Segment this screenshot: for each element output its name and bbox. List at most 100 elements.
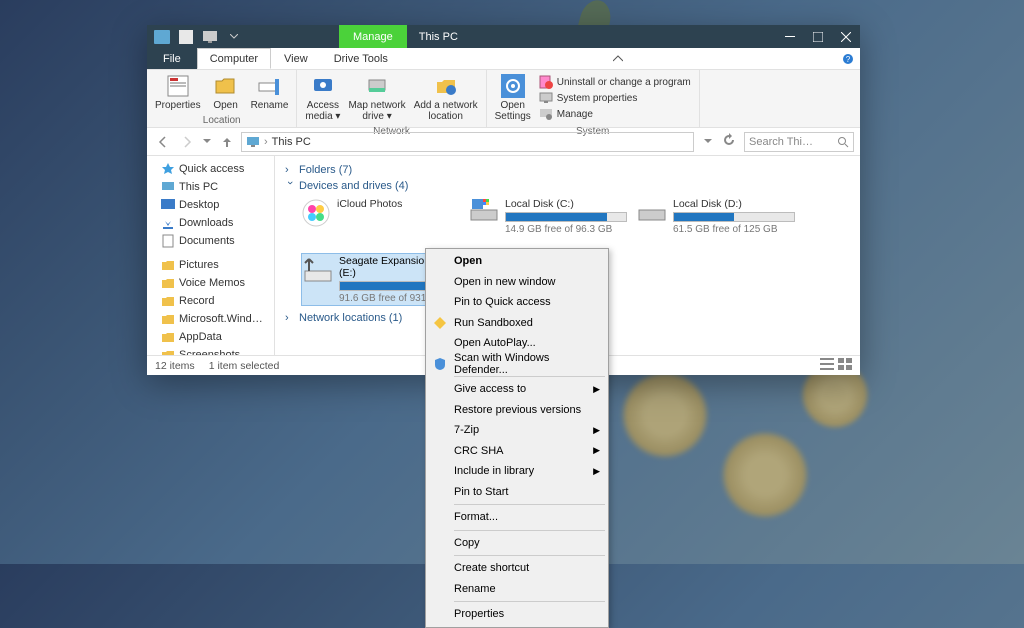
nav-downloads[interactable]: Downloads: [147, 214, 274, 232]
ctx-give-access[interactable]: Give access to▶: [428, 379, 606, 400]
ctx-label: Pin to Start: [454, 486, 508, 498]
window-controls: [776, 25, 860, 48]
map-network-drive-button[interactable]: Map network drive ▾: [344, 72, 409, 124]
folder-icon: [161, 312, 175, 326]
manage-link[interactable]: Manage: [535, 106, 695, 122]
ctx-label: CRC SHA: [454, 445, 504, 457]
nav-quick-access[interactable]: Quick access: [147, 160, 274, 178]
qat-dropdown-icon[interactable]: [223, 27, 245, 47]
chevron-right-icon: ›: [285, 312, 295, 324]
titlebar: Manage This PC: [147, 25, 860, 48]
folder-icon: [161, 330, 175, 344]
qat-computer-icon[interactable]: [199, 27, 221, 47]
capacity-bar: [505, 212, 627, 222]
add-network-location-button[interactable]: Add a network location: [410, 72, 482, 124]
minimize-button[interactable]: [776, 25, 804, 48]
ctx-crc-sha[interactable]: CRC SHA▶: [428, 441, 606, 462]
drive-tools-tab[interactable]: Drive Tools: [321, 48, 401, 69]
section-label: Folders (7): [299, 164, 352, 176]
folder-icon: [161, 258, 175, 272]
open-settings-label: Open Settings: [495, 100, 531, 122]
submenu-arrow-icon: ▶: [593, 466, 600, 477]
ctx-copy[interactable]: Copy: [428, 533, 606, 554]
manage-tab-header[interactable]: Manage: [339, 25, 407, 48]
ctx-properties[interactable]: Properties: [428, 604, 606, 625]
nav-desktop[interactable]: Desktop: [147, 196, 274, 214]
forward-button[interactable]: [177, 132, 197, 152]
ctx-pin-start[interactable]: Pin to Start: [428, 482, 606, 503]
refresh-button[interactable]: [722, 133, 740, 151]
open-settings-button[interactable]: Open Settings: [491, 72, 535, 124]
view-buttons: [820, 358, 852, 373]
computer-tab[interactable]: Computer: [197, 48, 271, 69]
breadcrumb[interactable]: This PC: [272, 136, 311, 148]
nav-this-pc[interactable]: This PC: [147, 178, 274, 196]
location-group-label: Location: [147, 115, 296, 127]
details-view-button[interactable]: [820, 358, 834, 373]
ctx-run-sandboxed[interactable]: Run Sandboxed: [428, 313, 606, 334]
external-drive-icon: [303, 255, 333, 285]
devices-section-header[interactable]: ›Devices and drives (4): [285, 178, 850, 194]
nav-label: Quick access: [179, 163, 244, 175]
ctx-include-library[interactable]: Include in library▶: [428, 461, 606, 482]
access-media-button[interactable]: Access media ▾: [301, 72, 344, 124]
recent-locations-button[interactable]: [201, 132, 213, 152]
drive-icloud[interactable]: iCloud Photos: [301, 198, 459, 235]
uninstall-label: Uninstall or change a program: [557, 77, 691, 88]
properties-button[interactable]: Properties: [151, 72, 205, 113]
search-box[interactable]: Search Thi…: [744, 132, 854, 152]
drive-c[interactable]: Local Disk (C:) 14.9 GB free of 96.3 GB: [469, 198, 627, 235]
background-decor: [620, 370, 710, 460]
back-button[interactable]: [153, 132, 173, 152]
ctx-open-autoplay[interactable]: Open AutoPlay...: [428, 333, 606, 354]
view-tab[interactable]: View: [271, 48, 321, 69]
help-icon[interactable]: ?: [836, 48, 860, 69]
address-bar[interactable]: › This PC: [241, 132, 694, 152]
folders-section-header[interactable]: ›Folders (7): [285, 162, 850, 178]
ctx-7zip[interactable]: 7-Zip▶: [428, 420, 606, 441]
tiles-view-button[interactable]: [838, 358, 852, 373]
nav-label: Voice Memos: [179, 277, 245, 289]
uninstall-program-link[interactable]: Uninstall or change a program: [535, 74, 695, 90]
ctx-open-new-window[interactable]: Open in new window: [428, 272, 606, 293]
nav-microsoft-windows[interactable]: Microsoft.WindowsTe: [147, 310, 274, 328]
history-dropdown[interactable]: [698, 132, 718, 152]
close-button[interactable]: [832, 25, 860, 48]
window-title: This PC: [419, 31, 458, 43]
ribbon-tabs: File Computer View Drive Tools ?: [147, 48, 860, 70]
ribbon-collapse-icon[interactable]: [606, 48, 630, 69]
drive-d[interactable]: Local Disk (D:) 61.5 GB free of 125 GB: [637, 198, 795, 235]
open-button[interactable]: Open: [205, 72, 247, 113]
folder-icon: [161, 294, 175, 308]
ctx-restore-versions[interactable]: Restore previous versions: [428, 400, 606, 421]
shield-icon: [432, 356, 448, 372]
nav-appdata[interactable]: AppData: [147, 328, 274, 346]
up-button[interactable]: [217, 132, 237, 152]
nav-documents[interactable]: Documents: [147, 232, 274, 250]
ctx-open[interactable]: Open: [428, 251, 606, 272]
qat-explorer-icon[interactable]: [151, 27, 173, 47]
rename-label: Rename: [251, 100, 289, 111]
nav-pictures[interactable]: Pictures: [147, 256, 274, 274]
separator: [454, 601, 605, 602]
maximize-button[interactable]: [804, 25, 832, 48]
ctx-pin-quick-access[interactable]: Pin to Quick access: [428, 292, 606, 313]
qat-properties-icon[interactable]: [175, 27, 197, 47]
item-count: 12 items: [155, 360, 195, 372]
ctx-rename[interactable]: Rename: [428, 579, 606, 600]
section-label: Devices and drives (4): [299, 180, 408, 192]
desktop-icon: [161, 198, 175, 212]
properties-label: Properties: [155, 100, 201, 111]
ctx-scan-defender[interactable]: Scan with Windows Defender...: [428, 354, 606, 375]
rename-button[interactable]: Rename: [247, 72, 293, 113]
chevron-down-icon: ›: [284, 181, 296, 191]
system-properties-link[interactable]: System properties: [535, 90, 695, 106]
nav-screenshots[interactable]: Screenshots: [147, 346, 274, 355]
file-tab[interactable]: File: [147, 48, 197, 69]
ctx-format[interactable]: Format...: [428, 507, 606, 528]
ctx-create-shortcut[interactable]: Create shortcut: [428, 558, 606, 579]
nav-record[interactable]: Record: [147, 292, 274, 310]
pc-icon: [161, 180, 175, 194]
ctx-label: Open in new window: [454, 276, 556, 288]
nav-voice-memos[interactable]: Voice Memos: [147, 274, 274, 292]
